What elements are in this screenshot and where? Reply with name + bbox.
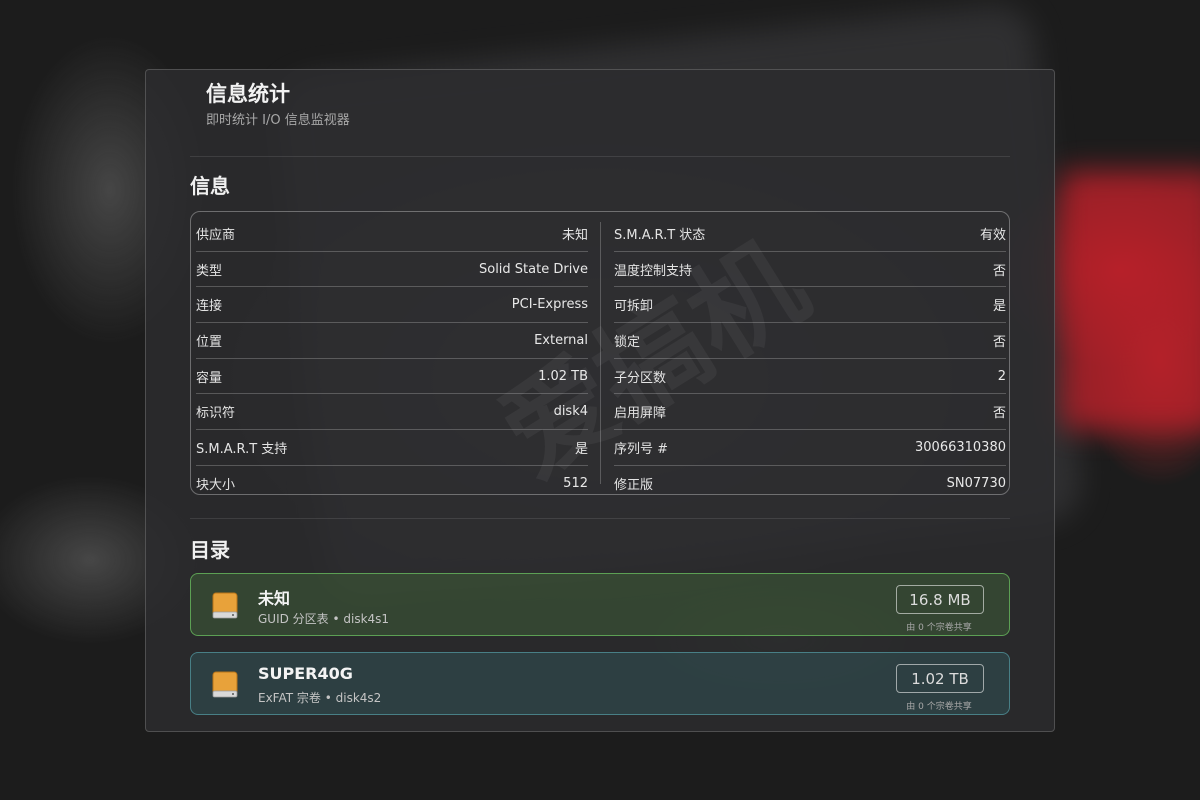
info-value: 1.02 TB <box>538 368 588 384</box>
volume-size-badge: 1.02 TB <box>896 664 984 693</box>
info-value: 是 <box>574 441 588 457</box>
info-label: 启用屏障 <box>614 406 667 422</box>
info-column-right: S.M.A.R.T 状态 有效 温度控制支持否 可拆卸是 锁定否 子分区数 2 启用… <box>614 216 1006 502</box>
info-label: 温度控制支持 <box>614 263 693 279</box>
info-label: 子分区数 <box>614 370 667 386</box>
app-subtitle: 即时统计 I/O 信息监视器 <box>206 113 350 128</box>
info-row: 容量 1.02 TB <box>196 359 588 395</box>
info-value: External <box>534 332 588 348</box>
info-table: 供应商 未知 类型 Solid State Drive 连接 PCI-Express … <box>190 211 1010 495</box>
divider <box>190 156 1010 157</box>
section-title-info: 信息 <box>190 174 230 198</box>
section-title-directory: 目录 <box>190 538 230 562</box>
info-value: PCI-Express <box>511 297 588 313</box>
info-value: 有效 <box>979 227 1006 243</box>
volume-size-badge: 16.8 MB <box>896 585 984 614</box>
volume-description: GUID 分区表 • disk4s1 <box>258 612 390 626</box>
info-row: 类型 Solid State Drive <box>196 252 588 288</box>
info-label: 可拆卸 <box>614 299 654 315</box>
info-value: 2 <box>997 368 1006 384</box>
info-label: S.M.A.R.T 支持 <box>196 441 288 457</box>
info-row: 可拆卸 是 <box>614 287 1006 324</box>
info-value: 否 <box>992 334 1006 350</box>
info-value: disk4 <box>553 404 588 420</box>
info-value: SN07730 <box>946 476 1006 492</box>
info-row: 修正版 SN07730 <box>614 466 1006 502</box>
info-label: 位置 <box>196 334 223 350</box>
info-value: 30066310380 <box>915 439 1006 455</box>
info-row: S.M.A.R.T 状态 有效 <box>614 216 1006 252</box>
divider <box>190 518 1010 519</box>
info-value: 512 <box>563 476 588 492</box>
volume-card-unknown[interactable]: 未知 GUID 分区表 • disk4s1 16.8 MB 由 0 个宗卷共享 <box>190 573 1010 636</box>
info-value: 否 <box>992 406 1006 422</box>
info-value: 是 <box>992 299 1006 315</box>
volume-name: 未知 <box>258 589 291 608</box>
info-value: 否 <box>992 263 1006 279</box>
info-label: 锁定 <box>614 334 641 350</box>
info-row: 供应商 未知 <box>196 216 588 252</box>
info-row: 标识符 disk4 <box>196 394 588 431</box>
info-label: 连接 <box>196 299 223 315</box>
volume-name: SUPER40G <box>258 664 353 683</box>
info-label: 修正版 <box>614 478 654 494</box>
info-row: 子分区数 2 <box>614 359 1006 395</box>
volume-shared-note: 由 0 个宗卷共享 <box>906 623 972 633</box>
drive-icon <box>212 671 238 698</box>
info-row: 启用屏障 否 <box>614 394 1006 431</box>
info-row: 连接 PCI-Express <box>196 287 588 324</box>
info-label: 类型 <box>196 263 223 279</box>
volume-description: ExFAT 宗卷 • disk4s2 <box>258 691 382 705</box>
info-row: S.M.A.R.T 支持 是 <box>196 430 588 466</box>
info-row: 块大小 512 <box>196 466 588 502</box>
info-row: 温度控制支持 否 <box>614 252 1006 288</box>
info-value: Solid State Drive <box>478 261 588 277</box>
info-label: 序列号 # <box>614 441 669 457</box>
volume-card-super40g[interactable]: SUPER40G ExFAT 宗卷 • disk4s2 1.02 TB 由 0 … <box>190 652 1010 715</box>
info-row: 位置 External <box>196 323 588 359</box>
volume-shared-note: 由 0 个宗卷共享 <box>906 702 972 712</box>
info-row: 锁定 否 <box>614 323 1006 359</box>
info-label: 块大小 <box>196 478 236 494</box>
info-label: 容量 <box>196 370 223 386</box>
info-column-left: 供应商 未知 类型 Solid State Drive 连接 PCI-Express … <box>196 216 588 502</box>
info-panel: 信息统计 即时统计 I/O 信息监视器 信息 供应商 未知 类型 Solid Sta… <box>145 69 1055 732</box>
drive-icon <box>212 592 238 619</box>
column-separator <box>600 222 601 484</box>
info-label: 标识符 <box>196 406 236 422</box>
app-title: 信息统计 <box>206 82 290 106</box>
info-label: S.M.A.R.T 状态 <box>614 227 706 243</box>
info-label: 供应商 <box>196 227 236 243</box>
info-row: 序列号 # 30066310380 <box>614 430 1006 466</box>
background-red-box <box>1060 170 1200 430</box>
info-value: 未知 <box>561 227 588 243</box>
